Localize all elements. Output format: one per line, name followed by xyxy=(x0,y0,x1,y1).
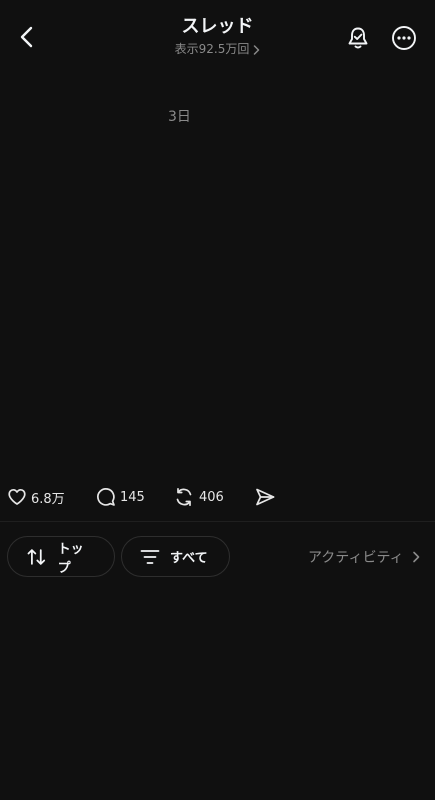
view-count: 表示92.5万回 xyxy=(174,42,250,56)
reply-button[interactable]: 145 xyxy=(96,482,145,512)
post-timestamp: 3日 xyxy=(168,109,191,125)
send-icon xyxy=(256,488,275,506)
repost-count: 406 xyxy=(199,489,224,505)
notification-button[interactable] xyxy=(344,24,372,52)
repost-button[interactable]: 406 xyxy=(173,482,224,512)
view-count-link[interactable]: 表示92.5万回 xyxy=(175,41,261,57)
activity-link[interactable]: アクティビティ xyxy=(308,536,420,577)
reply-count: 145 xyxy=(120,489,145,505)
more-options-button[interactable] xyxy=(390,24,418,52)
divider xyxy=(0,521,435,522)
heart-icon xyxy=(8,488,26,505)
sort-top-button[interactable]: トップ xyxy=(7,536,115,577)
activity-label: アクティビティ xyxy=(308,549,404,566)
sort-top-label: トップ xyxy=(57,541,84,576)
chevron-right-icon xyxy=(254,44,260,55)
filter-all-button[interactable]: すべて xyxy=(121,536,230,577)
like-count: 6.8万 xyxy=(31,491,65,507)
sort-arrows-icon xyxy=(27,548,46,565)
more-icon xyxy=(392,26,416,50)
post-action-bar: 6.8万 145 406 xyxy=(0,482,435,512)
reply-filter-bar: トップ すべて アクティビティ xyxy=(0,536,435,577)
filter-all-label: すべて xyxy=(170,551,208,566)
filter-lines-icon xyxy=(140,549,160,564)
top-bar: スレッド 表示92.5万回 xyxy=(0,0,435,70)
comment-icon xyxy=(97,488,115,506)
repost-icon xyxy=(176,487,192,507)
bell-check-icon xyxy=(348,27,368,49)
like-button[interactable]: 6.8万 xyxy=(7,482,65,512)
chevron-right-icon xyxy=(412,551,419,562)
share-button[interactable] xyxy=(254,482,276,512)
